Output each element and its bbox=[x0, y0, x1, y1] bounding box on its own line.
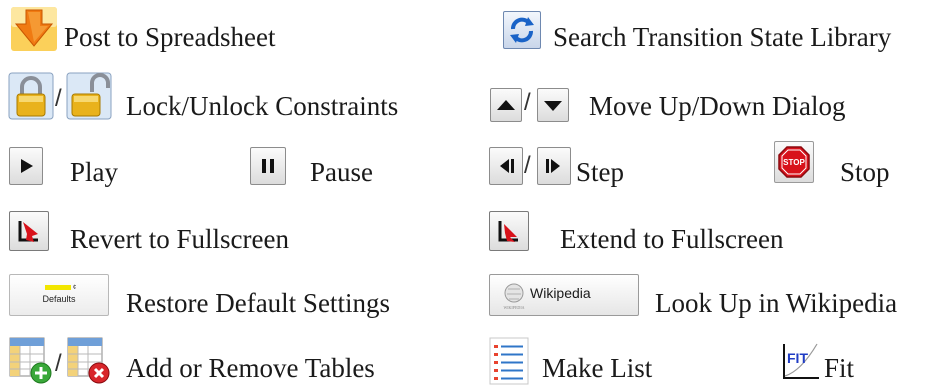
move-up-down-label: Move Up/Down Dialog bbox=[589, 91, 846, 121]
svg-text:¢: ¢ bbox=[73, 285, 76, 291]
post-to-spreadsheet-label: Post to Spreadsheet bbox=[64, 22, 276, 52]
look-up-wikipedia-label: Look Up in Wikipedia bbox=[655, 288, 898, 318]
make-list-label: Make List bbox=[542, 353, 653, 383]
play-button[interactable] bbox=[9, 147, 43, 185]
revert-fullscreen-button[interactable] bbox=[9, 211, 49, 251]
download-arrow-icon[interactable] bbox=[10, 6, 58, 52]
triangle-up-icon bbox=[497, 100, 515, 110]
refresh-icon bbox=[510, 17, 534, 43]
step-forward-icon bbox=[546, 159, 560, 173]
padlock-open-icon[interactable] bbox=[66, 72, 112, 120]
pause-label: Pause bbox=[310, 157, 373, 187]
defaults-button[interactable]: ¢ Defaults bbox=[9, 274, 109, 316]
move-up-button[interactable] bbox=[490, 88, 522, 122]
separator: / bbox=[55, 85, 62, 112]
revert-fullscreen-icon bbox=[18, 221, 38, 242]
lock-unlock-label: Lock/Unlock Constraints bbox=[126, 91, 399, 121]
pause-icon bbox=[262, 159, 274, 173]
fit-curve-icon[interactable]: FIT bbox=[781, 341, 821, 381]
step-forward-button[interactable] bbox=[537, 147, 571, 185]
wikipedia-button[interactable]: WIKIPEDIA Wikipedia bbox=[489, 274, 639, 316]
list-icon[interactable] bbox=[489, 337, 529, 385]
stop-sign-icon: STOP bbox=[778, 146, 810, 178]
extend-fullscreen-button[interactable] bbox=[489, 211, 529, 251]
add-remove-tables-label: Add or Remove Tables bbox=[126, 353, 375, 383]
pause-button[interactable] bbox=[250, 147, 286, 185]
table-remove-icon[interactable] bbox=[67, 337, 111, 385]
stop-sign-text: STOP bbox=[783, 158, 805, 167]
play-icon bbox=[21, 159, 33, 173]
table-add-icon[interactable] bbox=[9, 337, 53, 385]
wikipedia-caption: Wikipedia bbox=[530, 285, 591, 301]
move-down-button[interactable] bbox=[537, 88, 569, 122]
stop-button[interactable]: STOP bbox=[774, 141, 814, 183]
step-label: Step bbox=[576, 157, 625, 187]
extend-fullscreen-icon bbox=[498, 221, 518, 242]
defaults-icon: ¢ Defaults bbox=[42, 285, 76, 304]
search-ts-library-button[interactable] bbox=[503, 11, 541, 49]
fit-label: Fit bbox=[824, 353, 855, 383]
wikipedia-icon: WIKIPEDIA Wikipedia bbox=[503, 283, 591, 310]
triangle-down-icon bbox=[544, 101, 562, 111]
fit-icon-text: FIT bbox=[787, 350, 808, 366]
padlock-closed-icon[interactable] bbox=[8, 72, 54, 120]
extend-fullscreen-label: Extend to Fullscreen bbox=[560, 224, 784, 254]
stop-label: Stop bbox=[840, 157, 890, 187]
step-back-icon bbox=[500, 159, 514, 173]
restore-defaults-label: Restore Default Settings bbox=[126, 288, 390, 318]
step-back-button[interactable] bbox=[489, 147, 523, 185]
separator: / bbox=[524, 152, 531, 179]
search-ts-library-label: Search Transition State Library bbox=[553, 22, 892, 52]
svg-text:WIKIPEDIA: WIKIPEDIA bbox=[503, 305, 524, 310]
defaults-caption: Defaults bbox=[42, 294, 76, 304]
play-label: Play bbox=[70, 157, 119, 187]
revert-fullscreen-label: Revert to Fullscreen bbox=[70, 224, 289, 254]
separator: / bbox=[55, 350, 62, 377]
separator: / bbox=[524, 89, 531, 116]
